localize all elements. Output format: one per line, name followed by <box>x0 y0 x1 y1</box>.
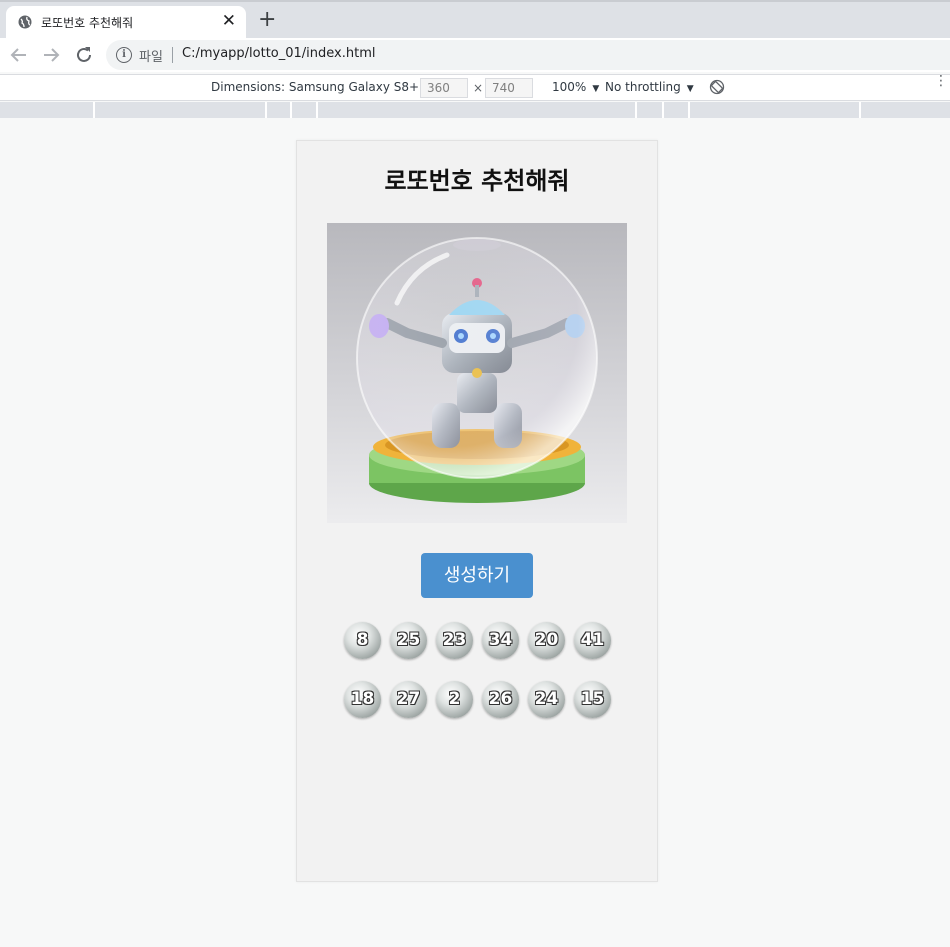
device-toolbar: Dimensions: Samsung Galaxy S8+▼ 360 × 74… <box>0 74 950 101</box>
lotto-ball: 18 <box>344 681 381 718</box>
tab-strip: 로또번호 추천해줘 ✕ + <box>0 0 950 40</box>
omnibox-divider <box>172 47 173 63</box>
lotto-ball: 20 <box>528 622 565 659</box>
ruler-tick[interactable] <box>688 102 690 118</box>
lotto-ball: 26 <box>482 681 519 718</box>
address-bar[interactable]: i 파일 C:/myapp/lotto_01/index.html <box>106 40 950 70</box>
more-options-icon[interactable]: ⋮ <box>934 74 948 88</box>
page-title: 로또번호 추천해줘 <box>384 167 570 195</box>
lotto-ball: 34 <box>482 622 519 659</box>
ruler-tick[interactable] <box>662 102 664 118</box>
file-label: 파일 <box>139 50 163 65</box>
rotate-icon[interactable] <box>709 79 725 95</box>
browser-tab[interactable]: 로또번호 추천해줘 ✕ <box>6 6 246 40</box>
reload-icon[interactable] <box>73 44 95 66</box>
zoom-select[interactable]: 100% ▼ <box>552 80 599 94</box>
tab-title: 로또번호 추천해줘 <box>41 16 134 30</box>
arrow-back-icon[interactable] <box>8 44 30 66</box>
lotto-ball: 2 <box>436 681 473 718</box>
device-dimensions-label: Dimensions: Samsung Galaxy S8+ <box>211 80 420 94</box>
lotto-ball: 23 <box>436 622 473 659</box>
ruler-tick[interactable] <box>265 102 267 118</box>
device-viewport: 로또번호 추천해줘 생성하기 8 25 23 34 20 41 18 27 2 … <box>296 140 658 882</box>
chevron-down-icon: ▼ <box>686 84 694 94</box>
times-label: × <box>473 81 484 95</box>
lotto-ball: 27 <box>390 681 427 718</box>
device-width-input[interactable]: 360 <box>420 78 468 98</box>
lotto-ball: 15 <box>574 681 611 718</box>
new-tab-button[interactable]: + <box>258 9 276 31</box>
lotto-ball: 24 <box>528 681 565 718</box>
lotto-ball: 25 <box>390 622 427 659</box>
browser-toolbar: i 파일 C:/myapp/lotto_01/index.html <box>0 38 950 72</box>
ruler-tick[interactable] <box>316 102 318 118</box>
ruler-tick[interactable] <box>859 102 861 118</box>
media-query-ruler <box>0 102 950 118</box>
throttling-select[interactable]: No throttling ▼ <box>605 80 694 94</box>
close-tab-icon[interactable]: ✕ <box>222 11 236 31</box>
robot-snow-globe-image <box>327 223 627 523</box>
lotto-numbers-row-1: 8 25 23 34 20 41 <box>344 622 611 660</box>
throttling-label: No throttling <box>605 80 681 94</box>
lotto-ball: 8 <box>344 622 381 659</box>
zoom-label: 100% <box>552 80 587 94</box>
ruler-tick[interactable] <box>290 102 292 118</box>
lotto-ball: 41 <box>574 622 611 659</box>
info-icon[interactable]: i <box>116 47 132 63</box>
ruler-tick[interactable] <box>93 102 95 118</box>
globe-icon <box>18 15 32 29</box>
url-text[interactable]: C:/myapp/lotto_01/index.html <box>182 46 376 61</box>
ruler-tick[interactable] <box>635 102 637 118</box>
device-dimensions-select[interactable]: Dimensions: Samsung Galaxy S8+▼ <box>211 80 432 94</box>
device-height-input[interactable]: 740 <box>485 78 533 98</box>
arrow-forward-icon[interactable] <box>40 44 62 66</box>
lotto-numbers-row-2: 18 27 2 26 24 15 <box>344 681 611 719</box>
generate-button[interactable]: 생성하기 <box>421 553 533 598</box>
chevron-down-icon: ▼ <box>592 84 600 94</box>
